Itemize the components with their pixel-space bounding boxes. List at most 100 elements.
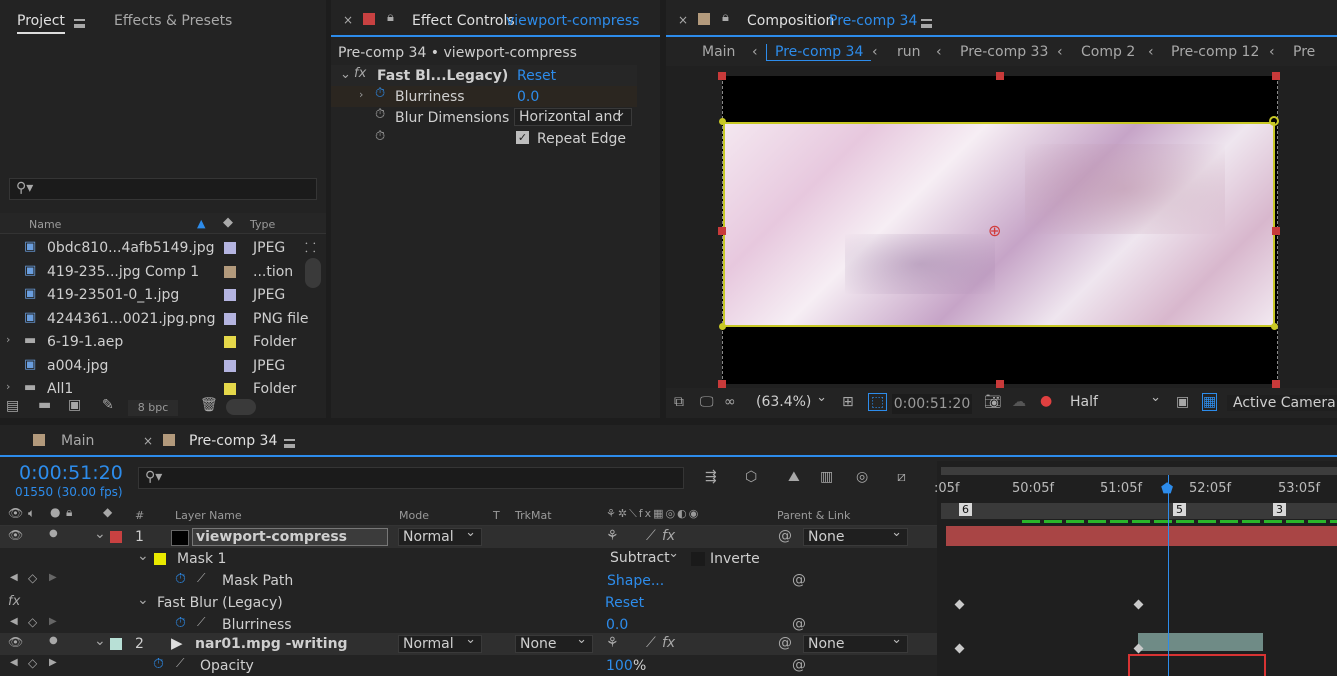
nav-pre-comp-34[interactable]: Pre-comp 34 [766,44,872,61]
prev-keyframe-icon[interactable]: ◀ [10,572,18,583]
current-time[interactable]: 0:00:51:20 [19,462,123,484]
project-item[interactable]: › ▬ 6-19-1.aep Folder [0,331,302,353]
project-item[interactable]: ▣ 0bdc810...4afb5149.jpg JPEG [0,237,302,259]
trkmat-dropdown[interactable]: None [515,632,593,653]
mask-path-row[interactable]: ◀ ◇ ▶ ⏱ ⟋ Mask Path Shape... @ [0,570,937,592]
tab-effects-presets[interactable]: Effects & Presets [114,13,232,29]
work-area-bar[interactable] [941,467,1337,475]
layer-row-2[interactable]: 👁︎ ● ⌄ 2 ▶ nar01.mpg -writing Normal Non… [0,632,937,655]
opacity-value[interactable]: 100 [606,658,633,674]
nav-pre[interactable]: Pre [1293,44,1315,60]
always-preview-icon[interactable]: ⧉ [674,394,684,410]
opacity-row[interactable]: ◀ ◇ ▶ ⏱ ⟋ Opacity 100 % @ [0,655,937,676]
close-icon[interactable]: × [143,434,153,448]
twirl-down-icon[interactable]: ⌄ [340,67,351,82]
prev-keyframe-icon[interactable]: ◀ [10,657,18,668]
snapshot-icon[interactable]: 📷︎ [984,394,1002,410]
nav-pre-comp-33[interactable]: Pre-comp 33 [960,44,1048,60]
col-layer-name[interactable]: Layer Name [175,509,242,522]
channel-icon[interactable]: ● [1040,393,1052,409]
stopwatch-icon[interactable]: ⏱ [153,656,164,672]
resolution-dropdown[interactable]: Half [1066,390,1166,412]
lock-icon[interactable]: 🔒︎ [66,505,72,520]
eye-icon[interactable]: 👁︎ [8,528,23,542]
fx-switch-icon[interactable]: fx [662,635,675,651]
shy-switch-icon[interactable]: ⚘ [606,528,619,544]
pickwhip-icon[interactable]: @ [778,635,792,651]
effect-reset-link[interactable]: Reset [605,595,644,611]
effect-name[interactable]: Fast Blur (Legacy) [157,595,283,611]
stopwatch-icon[interactable]: ⏱ [175,571,186,587]
handle[interactable] [1272,227,1280,235]
mask-mode-dropdown[interactable]: Subtract [606,546,684,568]
anchor-point-icon[interactable]: ⊕ [988,221,1001,240]
col-name[interactable]: Name [29,218,61,231]
label-tag-icon[interactable]: ◆ [223,215,233,230]
solo-icon[interactable]: ● [50,505,60,519]
show-snapshot-icon[interactable]: ☁ [1012,394,1026,410]
project-item[interactable]: ▣ a004.jpg JPEG [0,355,302,377]
add-keyframe-icon[interactable]: ◇ [28,615,37,629]
handle[interactable] [718,72,726,80]
mask-path-value[interactable]: Shape... [607,573,664,589]
next-keyframe-icon[interactable]: ▶ [49,572,57,583]
stopwatch-icon[interactable]: ⏱ [175,615,186,631]
bpc-button[interactable]: 8 bpc [128,400,178,416]
layer-1-bar[interactable] [946,526,1337,546]
label-swatch[interactable] [110,531,122,543]
col-parent[interactable]: Parent & Link [777,509,850,522]
timeline-search[interactable]: ⚲▾ [138,467,684,489]
menu-icon[interactable] [921,19,932,28]
solo-dot[interactable]: ● [49,635,58,646]
expand-icon[interactable]: › [359,88,363,101]
nav-main[interactable]: Main [702,44,735,60]
flowchart-icon[interactable]: ⸬ [305,238,316,256]
prev-keyframe-icon[interactable]: ◀ [10,616,18,627]
pickwhip-icon[interactable]: @ [792,572,806,588]
col-type[interactable]: Type [250,218,275,231]
pickwhip-icon[interactable]: @ [792,616,806,632]
col-mode[interactable]: Mode [399,509,429,522]
handle[interactable] [718,227,726,235]
expand-icon[interactable]: › [6,333,10,346]
toggle-mask-icon[interactable]: ⬚ [868,393,888,411]
new-folder-icon[interactable]: ▬ [38,397,51,413]
eye-icon[interactable]: 👁︎ [8,635,23,649]
roi-icon[interactable]: ▣ [1176,394,1189,410]
layer-name[interactable]: nar01.mpg -writing [195,636,348,652]
mask-vertex[interactable] [719,323,726,330]
search-input[interactable]: ⚲▾ [9,178,317,200]
twirl-icon[interactable]: ⌄ [137,592,149,608]
label-swatch[interactable] [224,312,236,325]
lock-icon[interactable]: 🔒︎ [722,10,729,25]
mask-vertex[interactable] [1271,323,1278,330]
project-settings-icon[interactable]: ✎ [102,397,114,413]
project-item[interactable]: ▣ 419-235...jpg Comp 1 ...tion [0,261,302,283]
draft-3d-icon[interactable]: ⬡ [745,469,757,485]
fx-switch-icon[interactable]: fx [662,528,675,544]
interpret-footage-icon[interactable]: ▤ [6,398,19,414]
solo-dot[interactable]: ● [49,528,58,539]
fx-icon[interactable]: fx [8,594,20,609]
project-item[interactable]: ▣ 4244361...0021.jpg.png PNG file [0,308,309,330]
active-camera-dropdown[interactable]: Active Camera [1227,395,1337,411]
keyframe[interactable] [954,599,965,610]
motion-blur-icon[interactable]: ◎ [856,469,868,485]
repeat-edge-checkbox[interactable]: ✓ [516,131,529,144]
monitor-icon[interactable]: 🖵 [700,394,714,410]
pickwhip-icon[interactable]: @ [792,657,806,673]
comp-marker[interactable]: 3 [1273,503,1286,516]
layer-name[interactable]: viewport-compress [192,528,388,546]
stopwatch-icon[interactable]: ⏱ [375,86,385,101]
shy-switch-icon[interactable]: ⚘ [606,635,619,651]
label-swatch[interactable] [110,638,122,650]
mode-dropdown[interactable]: Normal [398,525,482,546]
current-time-indicator[interactable] [1168,475,1169,676]
close-icon[interactable]: × [343,13,353,27]
label-swatch[interactable] [224,265,236,278]
handle[interactable] [1272,380,1280,388]
vr-icon[interactable]: ∞ [724,394,736,410]
new-comp-icon[interactable]: ▣ [68,397,81,413]
add-keyframe-icon[interactable]: ◇ [28,656,37,670]
parent-dropdown[interactable]: None [803,632,908,653]
